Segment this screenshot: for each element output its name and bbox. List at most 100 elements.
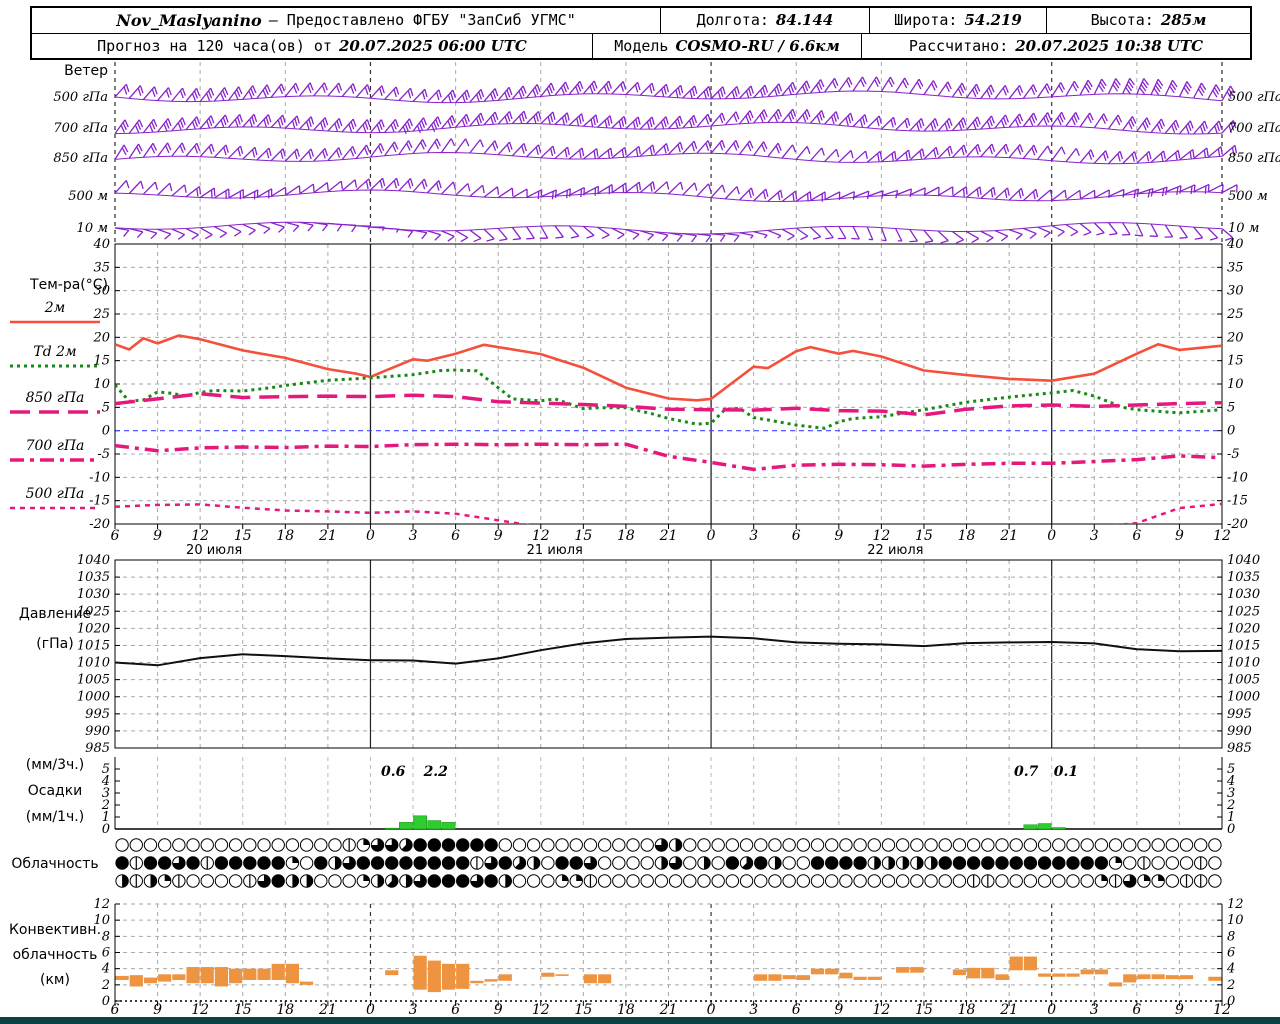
legend-label-500: 500 гПа	[25, 486, 85, 502]
svg-text:9: 9	[494, 528, 503, 544]
svg-text:12: 12	[191, 1002, 209, 1018]
svg-text:15: 15	[915, 528, 933, 544]
svg-text:15: 15	[234, 528, 252, 544]
svg-text:8: 8	[1227, 929, 1235, 944]
pressure-title-line1: Давление	[18, 606, 92, 622]
svg-text:850 гПа: 850 гПа	[1228, 151, 1280, 166]
svg-text:40: 40	[1226, 237, 1244, 252]
svg-text:500 м: 500 м	[1228, 189, 1268, 204]
svg-text:6: 6	[1227, 946, 1235, 961]
svg-text:-20: -20	[89, 517, 110, 532]
svg-text:1030: 1030	[1227, 587, 1260, 602]
cloud-panel-title: Облачность	[11, 856, 99, 872]
svg-text:25: 25	[1226, 307, 1244, 322]
svg-text:12: 12	[872, 1002, 890, 1018]
svg-text:18: 18	[276, 528, 294, 544]
svg-text:1000: 1000	[1227, 690, 1260, 705]
svg-text:2.2: 2.2	[423, 764, 449, 780]
svg-text:12: 12	[1213, 528, 1231, 544]
svg-text:985: 985	[85, 741, 110, 756]
meteogram-canvas: 500 гПа 500 гПа 700 гПа 700 гПа 850 гПа 850 г…	[10, 62, 1280, 1018]
svg-text:1020: 1020	[1227, 621, 1260, 636]
svg-text:9: 9	[834, 1002, 843, 1018]
legend-label-850: 850 гПа	[25, 390, 85, 406]
svg-text:9: 9	[153, 528, 162, 544]
svg-text:1030: 1030	[77, 587, 110, 602]
svg-text:1035: 1035	[77, 570, 110, 585]
svg-text:0: 0	[1227, 424, 1235, 439]
svg-text:9: 9	[834, 528, 843, 544]
svg-text:10 м: 10 м	[77, 221, 108, 236]
svg-text:12: 12	[1213, 1002, 1231, 1018]
svg-text:10: 10	[1227, 913, 1244, 928]
svg-text:35: 35	[93, 260, 110, 275]
svg-text:500 м: 500 м	[68, 189, 108, 204]
svg-text:22 июля: 22 июля	[867, 543, 923, 558]
svg-text:6: 6	[1132, 1002, 1141, 1018]
svg-text:0: 0	[102, 994, 110, 1009]
svg-text:985: 985	[1227, 741, 1252, 756]
svg-text:1005: 1005	[77, 673, 110, 688]
svg-text:2: 2	[1226, 978, 1235, 993]
svg-text:1025: 1025	[1227, 604, 1260, 619]
svg-text:15: 15	[234, 1002, 252, 1018]
svg-text:1040: 1040	[1227, 553, 1260, 568]
svg-text:0: 0	[1227, 822, 1235, 837]
svg-text:0: 0	[102, 424, 110, 439]
svg-text:6: 6	[1132, 528, 1141, 544]
svg-text:30: 30	[1227, 284, 1244, 299]
svg-text:21: 21	[659, 528, 678, 544]
svg-text:6: 6	[111, 1002, 120, 1018]
svg-text:1020: 1020	[77, 621, 110, 636]
svg-text:990: 990	[1227, 724, 1252, 739]
svg-text:15: 15	[574, 528, 592, 544]
svg-text:-10: -10	[1227, 470, 1248, 485]
svg-text:6: 6	[792, 528, 801, 544]
svg-text:-10: -10	[89, 470, 110, 485]
svg-text:12: 12	[191, 528, 209, 544]
svg-text:18: 18	[617, 528, 635, 544]
svg-text:3: 3	[1090, 528, 1099, 544]
svg-text:3: 3	[1090, 1002, 1099, 1018]
conv-caption-2: облачность	[12, 947, 98, 963]
legend-label-700: 700 гПа	[25, 438, 85, 454]
svg-text:12: 12	[1227, 897, 1244, 912]
svg-text:21 июля: 21 июля	[527, 543, 583, 558]
temp-panel-title: Тем-ра(°C)	[30, 277, 108, 293]
svg-text:0: 0	[1047, 528, 1056, 544]
svg-text:0: 0	[707, 528, 716, 544]
svg-text:18: 18	[958, 1002, 976, 1018]
svg-text:5: 5	[1227, 400, 1235, 415]
legend-label-2m: 2м	[44, 300, 66, 316]
svg-text:6: 6	[111, 528, 120, 544]
svg-text:700 гПа: 700 гПа	[1228, 121, 1280, 136]
svg-text:21: 21	[318, 1002, 337, 1018]
svg-text:700 гПа: 700 гПа	[53, 121, 108, 136]
svg-text:10: 10	[1227, 377, 1244, 392]
svg-text:850 гПа: 850 гПа	[53, 151, 108, 166]
svg-text:21: 21	[999, 1002, 1018, 1018]
svg-text:1005: 1005	[1227, 673, 1260, 688]
svg-text:500 гПа: 500 гПа	[53, 90, 108, 105]
svg-text:9: 9	[494, 1002, 503, 1018]
precip-caption: Осадки	[27, 783, 83, 799]
precip-caption-1h: (мм/1ч.)	[25, 809, 85, 825]
svg-text:9: 9	[1175, 1002, 1184, 1018]
svg-text:6: 6	[451, 1002, 460, 1018]
svg-text:1010: 1010	[1227, 656, 1260, 671]
svg-text:9: 9	[1175, 528, 1184, 544]
precip-caption-3h: (мм/3ч.)	[25, 757, 85, 773]
svg-text:0.1: 0.1	[1054, 764, 1078, 780]
svg-text:18: 18	[276, 1002, 294, 1018]
svg-text:1040: 1040	[77, 553, 110, 568]
svg-text:20: 20	[1226, 330, 1244, 345]
svg-text:21: 21	[659, 1002, 678, 1018]
svg-text:9: 9	[153, 1002, 162, 1018]
svg-text:1015: 1015	[1227, 638, 1260, 653]
svg-text:-5: -5	[1227, 447, 1240, 462]
bottom-status-strip	[0, 1017, 1280, 1024]
svg-text:35: 35	[1227, 260, 1244, 275]
svg-text:1010: 1010	[77, 656, 110, 671]
svg-text:6: 6	[792, 1002, 801, 1018]
svg-text:995: 995	[1227, 707, 1252, 722]
